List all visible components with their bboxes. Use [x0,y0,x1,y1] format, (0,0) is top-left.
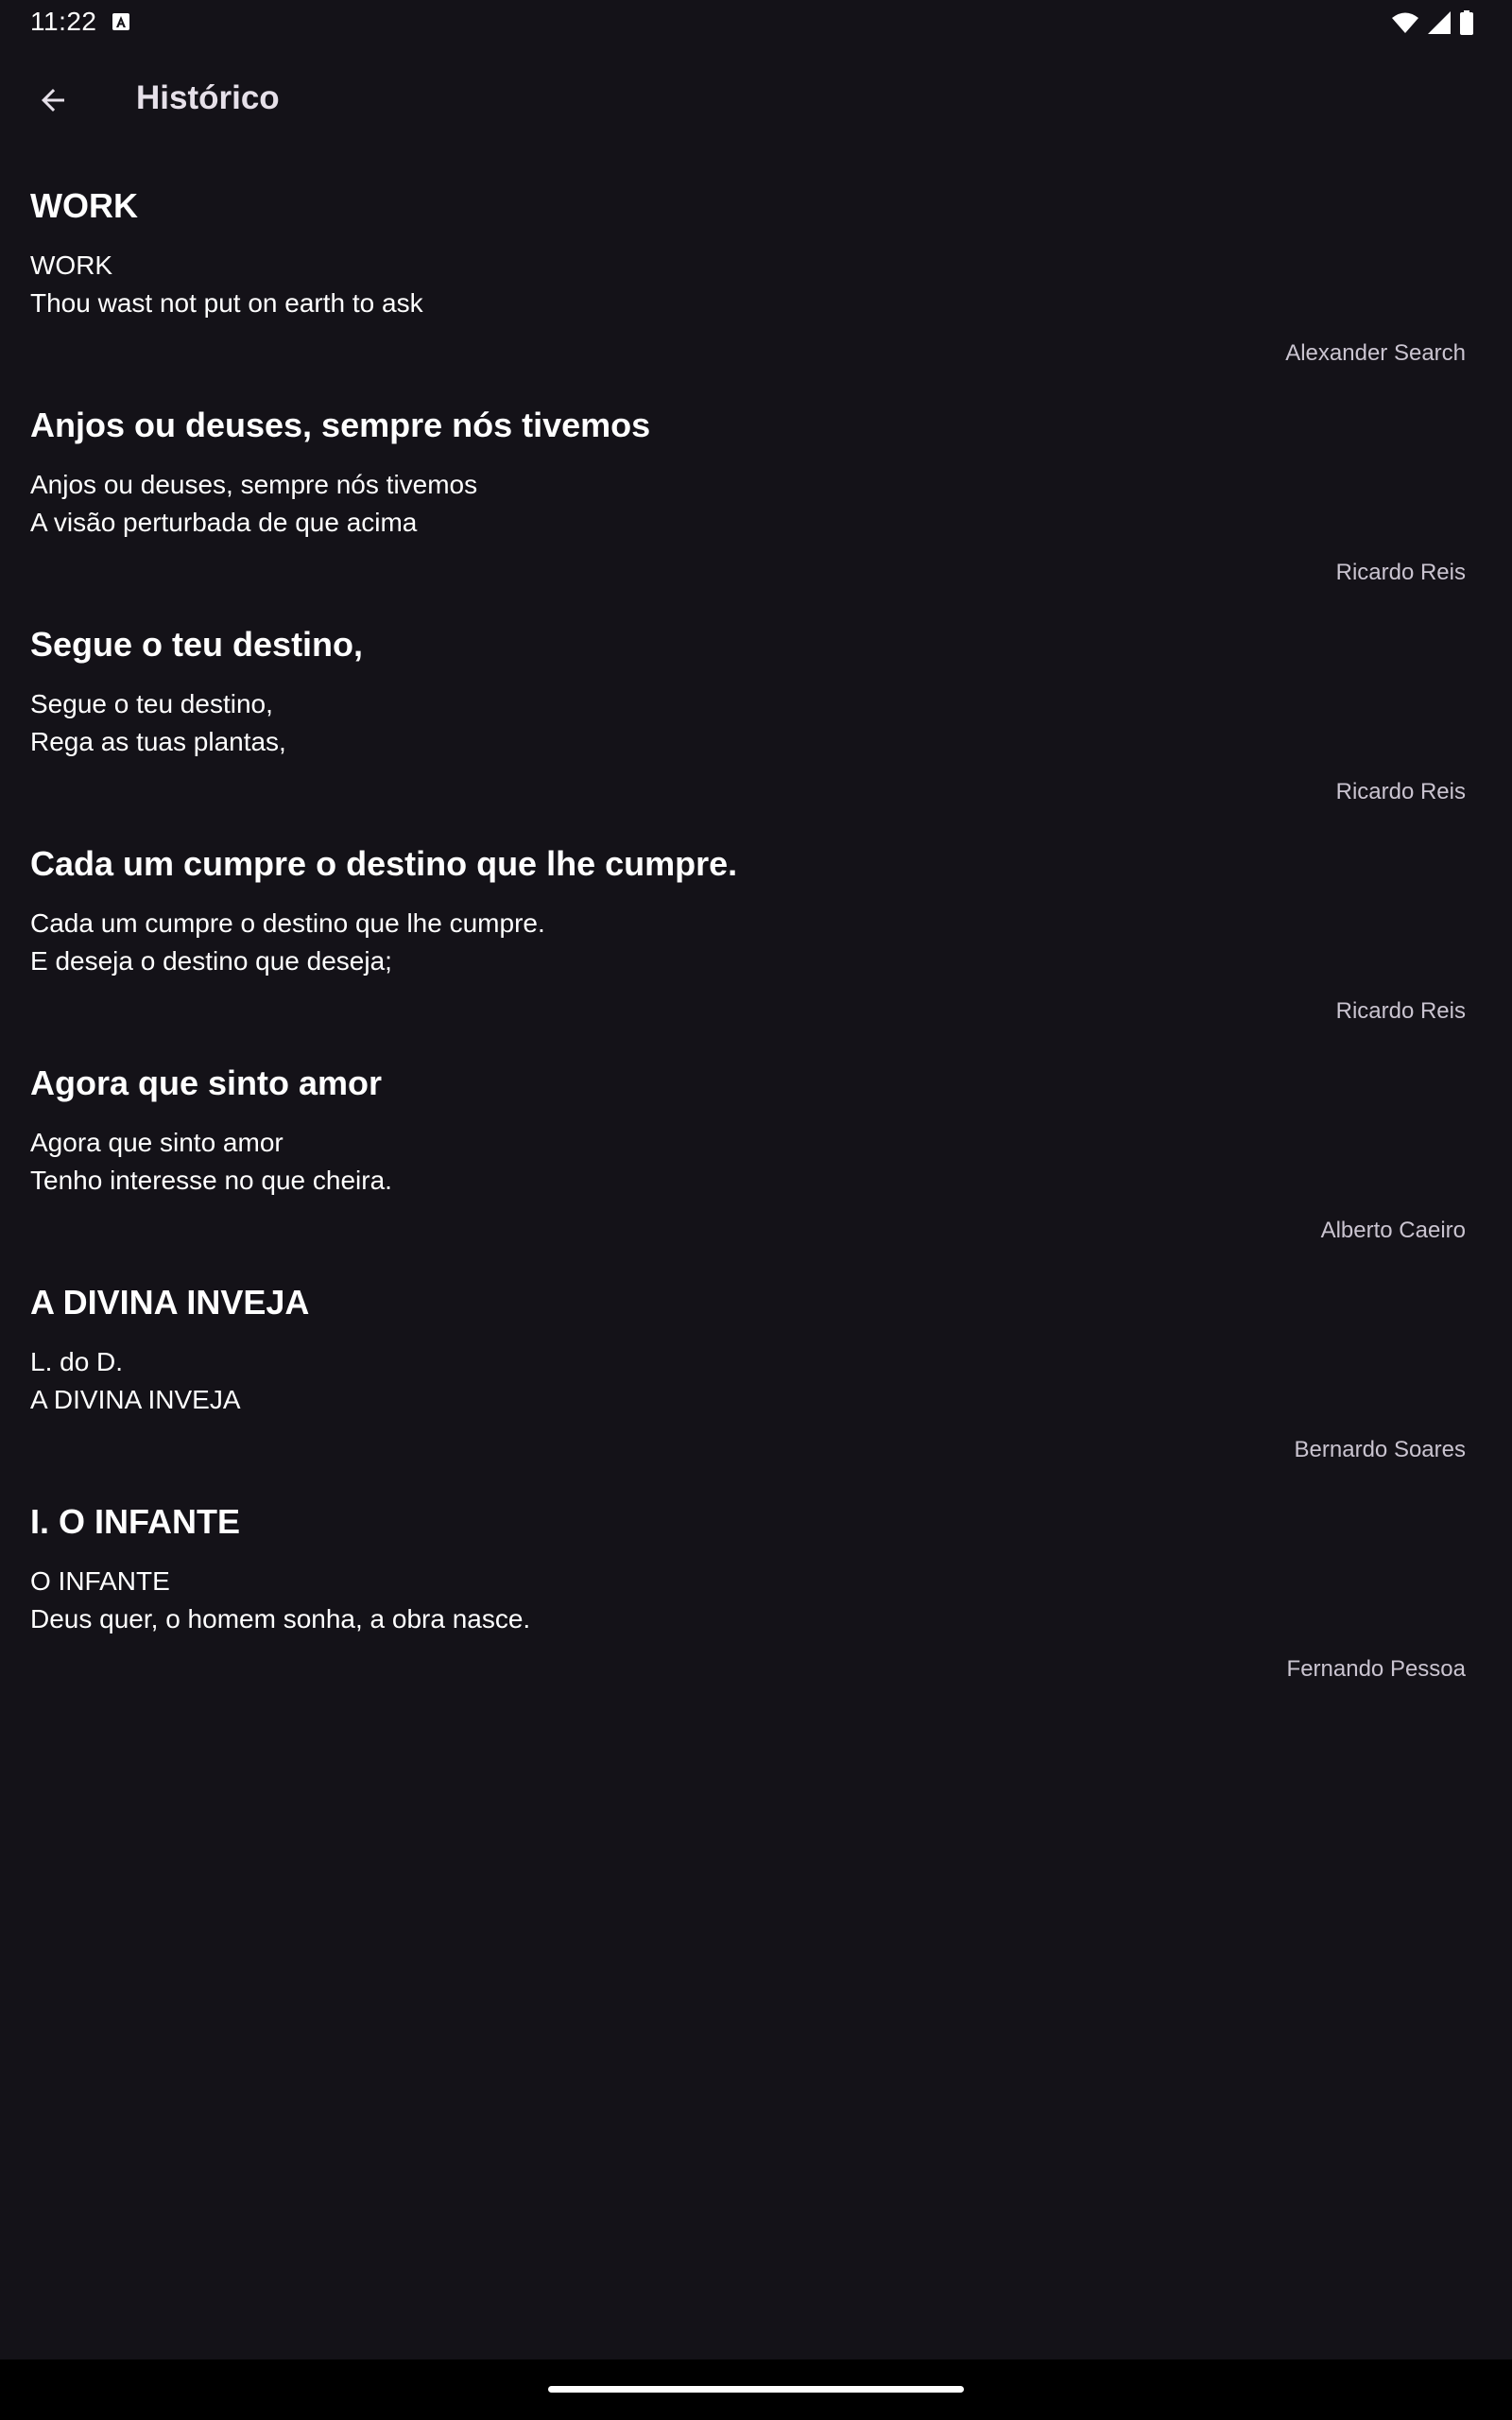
poem-second-line: Rega as tuas plantas, [30,727,286,756]
history-item[interactable]: Agora que sinto amor Agora que sinto amo… [0,1028,1512,1248]
poem-second-line: Thou wast not put on earth to ask [30,288,423,318]
status-bar: 11:22 [0,0,1512,45]
poem-author: Ricardo Reis [1335,779,1466,804]
history-item[interactable]: A DIVINA INVEJA L. do D. A DIVINA INVEJA… [0,1248,1512,1467]
poem-first-line: O INFANTE [30,1566,170,1596]
poem-title: Cada um cumpre o destino que lhe cumpre. [30,844,738,883]
back-button[interactable] [23,72,83,132]
poem-first-line: Cada um cumpre o destino que lhe cumpre. [30,908,545,938]
poem-author: Ricardo Reis [1335,998,1466,1024]
history-item[interactable]: Segue o teu destino, Segue o teu destino… [0,590,1512,809]
poem-author: Bernardo Soares [1294,1437,1466,1462]
poem-title: Segue o teu destino, [30,625,364,664]
poem-title: A DIVINA INVEJA [30,1283,310,1322]
history-item[interactable]: Cada um cumpre o destino que lhe cumpre.… [0,809,1512,1028]
poem-author: Fernando Pessoa [1286,1656,1466,1682]
poem-second-line: A DIVINA INVEJA [30,1385,241,1414]
poem-author: Ricardo Reis [1335,560,1466,585]
poem-title: Agora que sinto amor [30,1063,383,1102]
top-app-bar: Histórico [0,45,1512,151]
poem-title: WORK [30,186,138,225]
poem-author: Alexander Search [1285,340,1466,366]
wifi-icon [1391,11,1419,34]
poem-first-line: Agora que sinto amor [30,1128,284,1157]
status-icons [1391,9,1474,36]
battery-icon [1459,10,1474,35]
poem-author: Alberto Caeiro [1320,1218,1466,1243]
poem-title: Anjos ou deuses, sempre nós tivemos [30,406,651,444]
status-time: 11:22 [30,7,97,36]
history-item[interactable]: WORK WORK Thou wast not put on earth to … [0,151,1512,371]
history-item[interactable]: I. O INFANTE O INFANTE Deus quer, o home… [0,1467,1512,1686]
arrow-back-icon [36,83,70,122]
cell-signal-icon [1427,10,1452,35]
history-item[interactable]: Anjos ou deuses, sempre nós tivemos Anjo… [0,371,1512,590]
poem-first-line: Segue o teu destino, [30,689,273,718]
poem-second-line: Tenho interesse no que cheira. [30,1166,392,1195]
poem-second-line: A visão perturbada de que acima [30,508,418,537]
page-title: Histórico [136,79,280,116]
poem-first-line: WORK [30,251,113,280]
poem-first-line: Anjos ou deuses, sempre nós tivemos [30,470,478,499]
poem-second-line: Deus quer, o homem sonha, a obra nasce. [30,1604,531,1634]
font-notification-icon [112,12,130,31]
poem-title: I. O INFANTE [30,1502,241,1541]
poem-first-line: L. do D. [30,1347,124,1376]
home-gesture-handle[interactable] [548,2386,964,2393]
history-list: WORK WORK Thou wast not put on earth to … [0,151,1512,1686]
poem-second-line: E deseja o destino que deseja; [30,946,392,976]
